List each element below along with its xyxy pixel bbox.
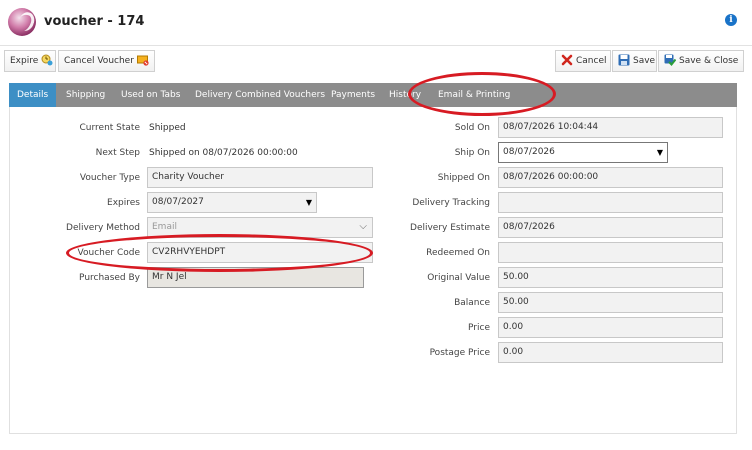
red-x-icon [561,54,573,66]
tab-payments[interactable]: Payments [323,83,383,107]
save-label: Save [633,56,656,66]
expires-value: 08/07/2027 [152,197,204,207]
delivery-tracking-field[interactable] [498,192,723,213]
tab-details[interactable]: Details [9,83,56,107]
save-close-label: Save & Close [679,56,739,66]
delivery-estimate-field[interactable]: 08/07/2026 [498,217,723,238]
expire-clock-icon [41,54,53,66]
expires-select[interactable]: 08/07/2027 ▼ [147,192,317,213]
chevron-down-icon: ⌵ [359,221,367,232]
current-state-label: Current State [79,123,141,133]
postage-price-field[interactable]: 0.00 [498,342,723,363]
voucher-code-field[interactable]: CV2RHVYEHDPT [147,242,373,263]
original-value-label: Original Value [427,273,490,283]
delivery-estimate-label: Delivery Estimate [410,223,490,233]
balance-label: Balance [454,298,490,308]
cancel-label: Cancel [576,56,607,66]
save-close-icon [664,54,677,66]
redeemed-on-field[interactable] [498,242,723,263]
app-logo-icon [8,8,36,36]
voucher-type-field[interactable]: Charity Voucher [147,167,373,188]
tab-used-on-tabs[interactable]: Used on Tabs [113,83,188,107]
expire-label: Expire [10,56,39,66]
next-step-value: Shipped on 08/07/2026 00:00:00 [149,148,298,158]
price-field[interactable]: 0.00 [498,317,723,338]
voucher-cancel-icon [136,54,149,66]
postage-price-label: Postage Price [429,348,490,358]
tab-history[interactable]: History [381,83,429,107]
current-state-value: Shipped [149,123,186,133]
original-value-field[interactable]: 50.00 [498,267,723,288]
dropdown-arrow-icon: ▼ [656,148,663,157]
dropdown-arrow-icon: ▼ [305,198,312,207]
sold-on-field[interactable]: 08/07/2026 10:04:44 [498,117,723,138]
expire-button[interactable]: Expire [4,50,56,72]
expires-label: Expires [107,198,140,208]
tab-shipping[interactable]: Shipping [58,83,113,107]
voucher-type-label: Voucher Type [79,173,140,183]
shipped-on-field[interactable]: 08/07/2026 00:00:00 [498,167,723,188]
delivery-tracking-label: Delivery Tracking [412,198,490,208]
sold-on-label: Sold On [454,123,490,133]
cancel-voucher-label: Cancel Voucher [64,56,134,66]
price-label: Price [468,323,490,333]
ship-on-label: Ship On [454,148,490,158]
delivery-method-label: Delivery Method [66,223,140,233]
tab-delivery-combined-vouchers[interactable]: Delivery Combined Vouchers [187,83,333,107]
delivery-method-value: Email [152,222,177,232]
save-close-button[interactable]: Save & Close [658,50,744,72]
ship-on-select[interactable]: 08/07/2026 ▼ [498,142,668,163]
info-icon[interactable]: i [725,14,737,26]
cancel-voucher-button[interactable]: Cancel Voucher [58,50,155,72]
redeemed-on-label: Redeemed On [426,248,490,258]
tab-bar: Details Shipping Used on Tabs Delivery C… [9,83,737,107]
window-titlebar: voucher - 174 i [0,0,752,46]
purchased-by-label: Purchased By [79,273,140,283]
ship-on-value: 08/07/2026 [503,147,555,157]
shipped-on-label: Shipped On [437,173,490,183]
balance-field[interactable]: 50.00 [498,292,723,313]
cancel-button[interactable]: Cancel [555,50,611,72]
toolbar: Expire Cancel Voucher Cancel Save Save &… [2,50,744,74]
save-button[interactable]: Save [612,50,657,72]
purchased-by-field[interactable]: Mr N Jel [147,267,364,288]
voucher-code-label: Voucher Code [77,248,140,258]
window-title: voucher - 174 [44,14,145,29]
delivery-method-select[interactable]: Email ⌵ [147,217,373,238]
tab-email-printing[interactable]: Email & Printing [430,83,518,107]
floppy-disk-icon [618,54,630,66]
next-step-label: Next Step [95,148,140,158]
